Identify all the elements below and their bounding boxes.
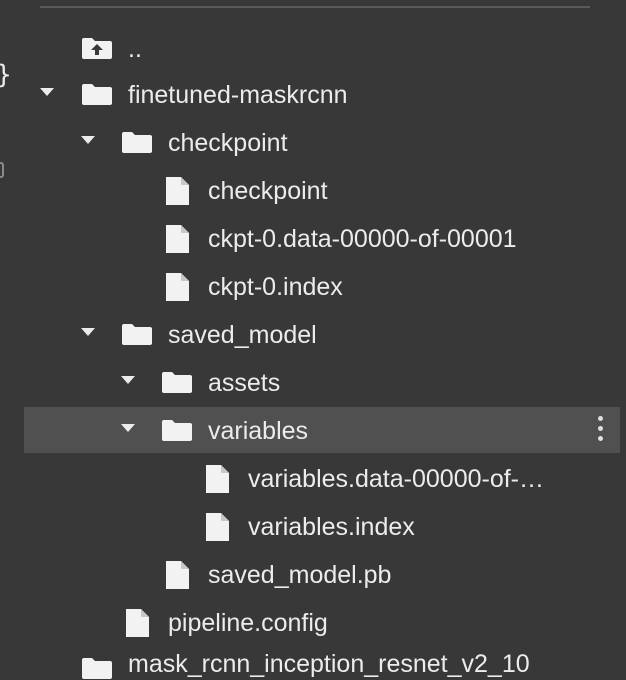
file-icon	[166, 561, 189, 589]
chevron-down-icon[interactable]	[81, 136, 95, 144]
tree-row-label: assets	[208, 369, 281, 397]
tree-row-ckpt-data[interactable]: ckpt-0.data-00000-of-00001	[24, 215, 620, 261]
folder-icon	[82, 658, 112, 679]
tree-row-label: saved_model.pb	[208, 561, 392, 589]
chevron-down-icon[interactable]	[81, 328, 95, 336]
tree-row-checkpoint-folder[interactable]: checkpoint	[24, 119, 620, 165]
tree-row-label: variables.data-00000-of-…	[248, 465, 544, 493]
tree-row-variables-data[interactable]: variables.data-00000-of-…	[24, 455, 620, 501]
folder-icon	[82, 84, 112, 105]
file-icon	[166, 225, 189, 253]
tree-row-label: saved_model	[168, 321, 317, 349]
tree-row-label: variables.index	[248, 513, 415, 541]
tree-row-label: ckpt-0.data-00000-of-00001	[208, 225, 517, 253]
more-options-icon[interactable]	[598, 416, 604, 444]
chevron-down-icon[interactable]	[121, 424, 135, 432]
folder-icon	[122, 132, 152, 153]
tree-row-pipeline-config[interactable]: pipeline.config	[24, 599, 620, 645]
folder-icon	[122, 324, 152, 345]
top-divider	[40, 6, 590, 8]
tree-row-label: variables	[208, 417, 309, 445]
tree-row-label: ckpt-0.index	[208, 273, 343, 301]
tree-row-finetuned-maskrcnn[interactable]: finetuned-maskrcnn	[24, 71, 620, 117]
file-icon	[206, 465, 229, 493]
brace-icon: }	[0, 60, 12, 90]
tree-row-ckpt-index[interactable]: ckpt-0.index	[24, 263, 620, 309]
tree-row-parent[interactable]: ..	[24, 25, 620, 71]
tree-row-label: checkpoint	[208, 177, 328, 205]
left-gutter: }	[0, 0, 24, 664]
tree-row-checkpoint-file[interactable]: checkpoint	[24, 167, 620, 213]
tree-row-label: pipeline.config	[168, 609, 328, 637]
folder-icon	[162, 420, 192, 441]
tree-row-partial-label[interactable]: mask_rcnn_inception_resnet_v2_10	[128, 650, 530, 679]
file-icon	[206, 513, 229, 541]
tree-row-saved-model-pb[interactable]: saved_model.pb	[24, 551, 620, 597]
folder-up-icon	[82, 38, 112, 59]
file-icon	[166, 177, 189, 205]
tree-row-variables-index[interactable]: variables.index	[24, 503, 620, 549]
folder-icon	[162, 372, 192, 393]
tree-row-label: checkpoint	[168, 129, 288, 157]
file-icon	[166, 273, 189, 301]
tree-row-label: ..	[128, 35, 142, 63]
chevron-down-icon[interactable]	[40, 88, 54, 96]
tree-row-saved-model-folder[interactable]: saved_model	[24, 311, 620, 357]
tree-row-assets[interactable]: assets	[24, 359, 620, 405]
gutter-box-icon	[0, 162, 4, 178]
file-icon	[126, 609, 149, 637]
tree-row-label: finetuned-maskrcnn	[128, 81, 348, 109]
chevron-down-icon[interactable]	[121, 376, 135, 384]
tree-row-variables[interactable]: variables	[24, 407, 620, 453]
